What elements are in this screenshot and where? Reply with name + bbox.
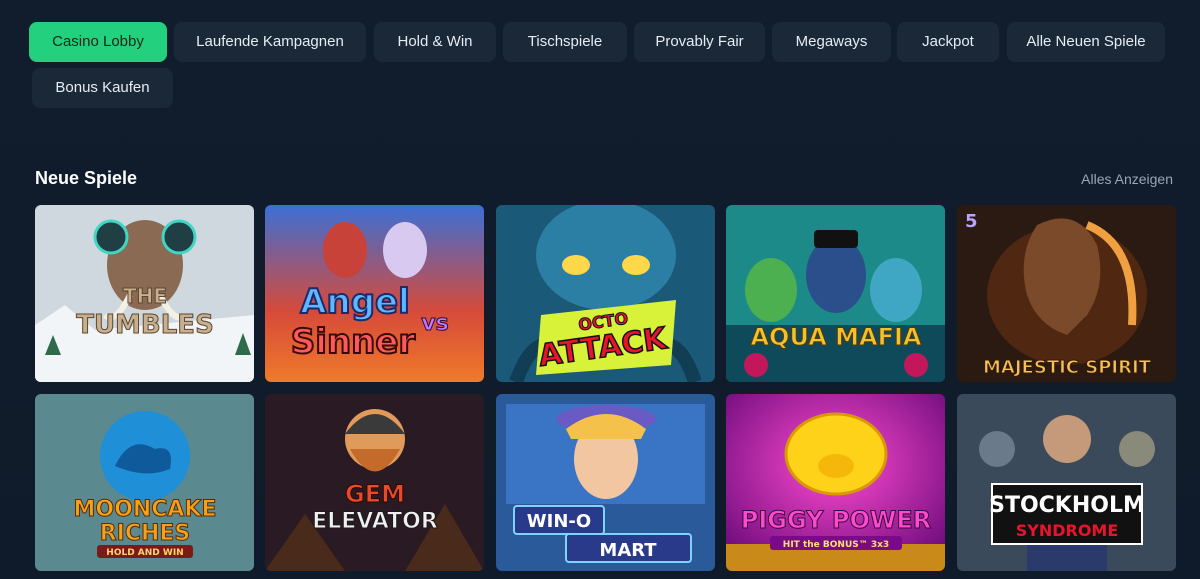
tab-hold-and-win[interactable]: Hold & Win bbox=[374, 22, 496, 62]
game-art: STOCKHOLM SYNDROME bbox=[957, 394, 1176, 571]
game-title-line: PIGGY POWER bbox=[741, 506, 931, 534]
tab-megaways[interactable]: Megaways bbox=[772, 22, 891, 62]
game-art: Angel Sinner vs bbox=[265, 205, 484, 382]
game-badge: 5 bbox=[965, 211, 978, 232]
game-art: GEM ELEVATOR bbox=[265, 394, 484, 571]
game-art: WIN-O MART bbox=[496, 394, 715, 571]
game-title-line: MOONCAKE bbox=[74, 497, 217, 522]
section-title: Neue Spiele bbox=[35, 168, 138, 188]
game-art: MOONCAKE RICHES HOLD AND WIN bbox=[35, 394, 254, 571]
game-card-the-tumbles[interactable]: THE TUMBLES bbox=[35, 205, 254, 382]
game-art: OCTO ATTACK bbox=[496, 205, 715, 382]
game-title-line: Sinner bbox=[291, 322, 416, 362]
tab-provably-fair[interactable]: Provably Fair bbox=[634, 22, 765, 62]
game-title-line: Angel bbox=[300, 282, 410, 322]
game-title-line: THE bbox=[123, 284, 167, 308]
game-badge: vs bbox=[421, 311, 448, 336]
tab-jackpot[interactable]: Jackpot bbox=[897, 22, 999, 62]
tab-alle-neuen-spiele[interactable]: Alle Neuen Spiele bbox=[1007, 22, 1165, 62]
game-title-line: GEM bbox=[345, 480, 405, 508]
game-card-octo-attack[interactable]: OCTO ATTACK bbox=[496, 205, 715, 382]
tab-tischspiele[interactable]: Tischspiele bbox=[503, 22, 627, 62]
game-card-win-o-mart[interactable]: WIN-O MART bbox=[496, 394, 715, 571]
game-card-majestic-spirit[interactable]: MAJESTIC SPIRIT 5 bbox=[957, 205, 1176, 382]
tab-bonus-kaufen[interactable]: Bonus Kaufen bbox=[32, 68, 173, 108]
game-card-piggy-power[interactable]: PIGGY POWER HIT the BONUS™ 3x3 bbox=[726, 394, 945, 571]
game-title-line: WIN-O bbox=[527, 511, 591, 532]
tab-laufende-kampagnen[interactable]: Laufende Kampagnen bbox=[174, 22, 366, 62]
game-card-stockholm-syndrome[interactable]: STOCKHOLM SYNDROME bbox=[957, 394, 1176, 571]
game-title-line: AQUA MAFIA bbox=[750, 323, 921, 351]
game-subtitle: HOLD AND WIN bbox=[106, 548, 183, 558]
game-title-line: MAJESTIC SPIRIT bbox=[983, 357, 1152, 378]
tab-casino-lobby[interactable]: Casino Lobby bbox=[29, 22, 167, 62]
game-card-aqua-mafia[interactable]: AQUA MAFIA bbox=[726, 205, 945, 382]
game-title-line: STOCKHOLM bbox=[989, 493, 1145, 518]
casino-page: Casino Lobby Laufende Kampagnen Hold & W… bbox=[0, 0, 1200, 579]
game-art: PIGGY POWER HIT the BONUS™ 3x3 bbox=[726, 394, 945, 571]
game-card-angel-vs-sinner[interactable]: Angel Sinner vs bbox=[265, 205, 484, 382]
game-card-gem-elevator[interactable]: GEM ELEVATOR bbox=[265, 394, 484, 571]
game-title-line: MART bbox=[599, 540, 657, 561]
game-title-line: ELEVATOR bbox=[312, 509, 438, 534]
game-title-line: TUMBLES bbox=[76, 310, 214, 340]
game-subtitle: HIT the BONUS™ 3x3 bbox=[783, 540, 889, 550]
game-art: AQUA MAFIA bbox=[726, 205, 945, 382]
game-art: MAJESTIC SPIRIT 5 bbox=[957, 205, 1176, 382]
game-title-line: SYNDROME bbox=[1016, 521, 1119, 540]
game-title-line: RICHES bbox=[100, 521, 191, 546]
game-card-mooncake-riches[interactable]: MOONCAKE RICHES HOLD AND WIN bbox=[35, 394, 254, 571]
game-art: THE TUMBLES bbox=[35, 205, 254, 382]
see-all-link[interactable]: Alles Anzeigen bbox=[1081, 171, 1173, 187]
